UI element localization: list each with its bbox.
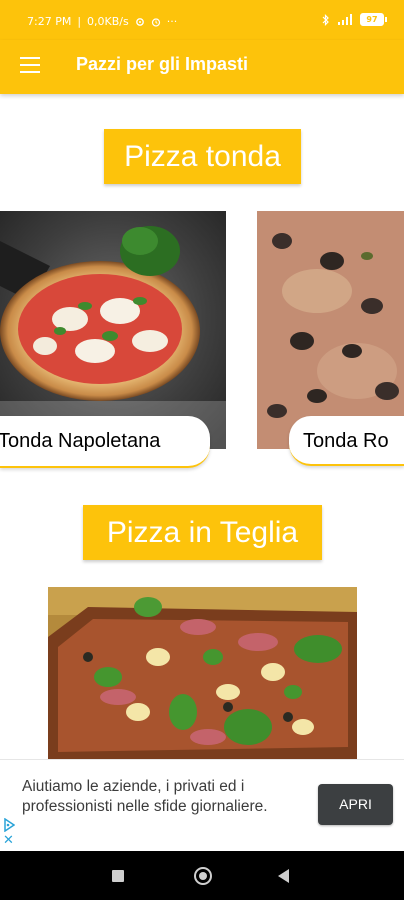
pan-pizza-image [48,587,357,759]
recent-apps-icon[interactable] [112,870,124,882]
home-icon[interactable] [194,867,212,885]
gear-icon [135,17,144,26]
status-right: 97 [322,13,387,26]
menu-icon[interactable] [20,57,40,73]
adchoices-icon[interactable] [3,818,15,832]
bluetooth-icon [322,13,329,26]
battery-icon: 97 [360,13,387,26]
app-bar: Pazzi per gli Impasti [0,40,404,94]
margherita-pizza-image [0,211,226,449]
roman-pizza-image [257,211,404,449]
ad-text: Aiutiamo le aziende, i privati ed i prof… [22,778,268,815]
card-label-text: Tonda Ro [303,430,389,452]
status-bar: 7:27 PM | 0,0KB/s ··· 97 [0,0,404,40]
card-tonda-romana[interactable]: Tonda Ro [257,211,404,471]
card-label-text: Tonda Napoletana [0,430,161,452]
more-notifications-icon: ··· [166,15,178,28]
app-screen: 7:27 PM | 0,0KB/s ··· 97 Pazzi per gli I… [0,0,404,900]
section-title-pizza-tonda: Pizza tonda [104,129,301,184]
status-network-speed: 0,0KB/s [87,15,129,28]
ad-open-button[interactable]: APRI [318,784,393,825]
back-icon[interactable] [278,869,289,883]
card-label: Tonda Napoletana [0,416,210,468]
card-label: Tonda Ro [289,416,404,466]
status-separator: | [77,15,82,28]
status-left: 7:27 PM | 0,0KB/s ··· [27,15,177,28]
status-time: 7:27 PM [27,15,72,28]
card-tonda-napoletana[interactable]: Tonda Napoletana [0,211,226,471]
section-title-pizza-in-teglia: Pizza in Teglia [83,505,322,560]
signal-icon [338,13,352,25]
ad-close-icon[interactable]: ✕ [3,834,15,848]
system-nav-bar [0,851,404,900]
card-pizza-in-teglia[interactable] [48,587,357,759]
app-title: Pazzi per gli Impasti [76,54,249,74]
alarm-icon [151,17,160,27]
